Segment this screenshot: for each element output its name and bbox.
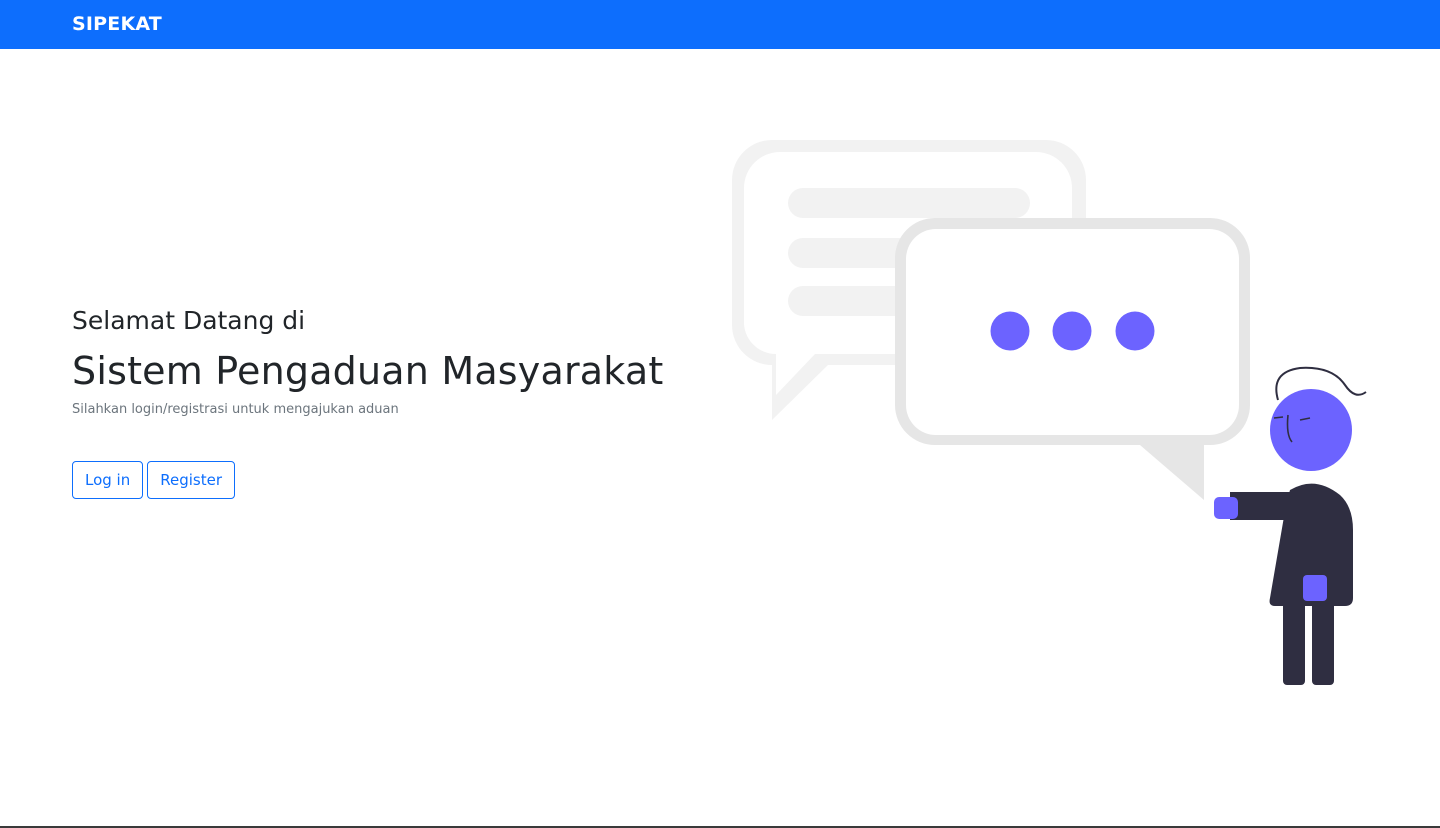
chat-conversation-illustration <box>732 140 1367 685</box>
hero-section: Selamat Datang di Sistem Pengaduan Masya… <box>72 302 692 420</box>
welcome-heading: Selamat Datang di <box>72 306 306 335</box>
page-title: Sistem Pengaduan Masyarakat <box>72 349 664 393</box>
top-navbar: SIPEKAT <box>0 0 1440 49</box>
typing-dot-icon <box>1052 311 1092 351</box>
auth-actions: Log in Register <box>72 461 235 499</box>
typing-dot-icon <box>1115 311 1155 351</box>
front-speech-bubble-icon <box>895 218 1250 500</box>
register-button[interactable]: Register <box>147 461 235 499</box>
typing-dot-icon <box>990 311 1030 351</box>
login-button[interactable]: Log in <box>72 461 144 499</box>
hero-subtitle: Silahkan login/registrasi untuk mengajuk… <box>72 402 399 417</box>
brand-link[interactable]: SIPEKAT <box>72 13 162 35</box>
